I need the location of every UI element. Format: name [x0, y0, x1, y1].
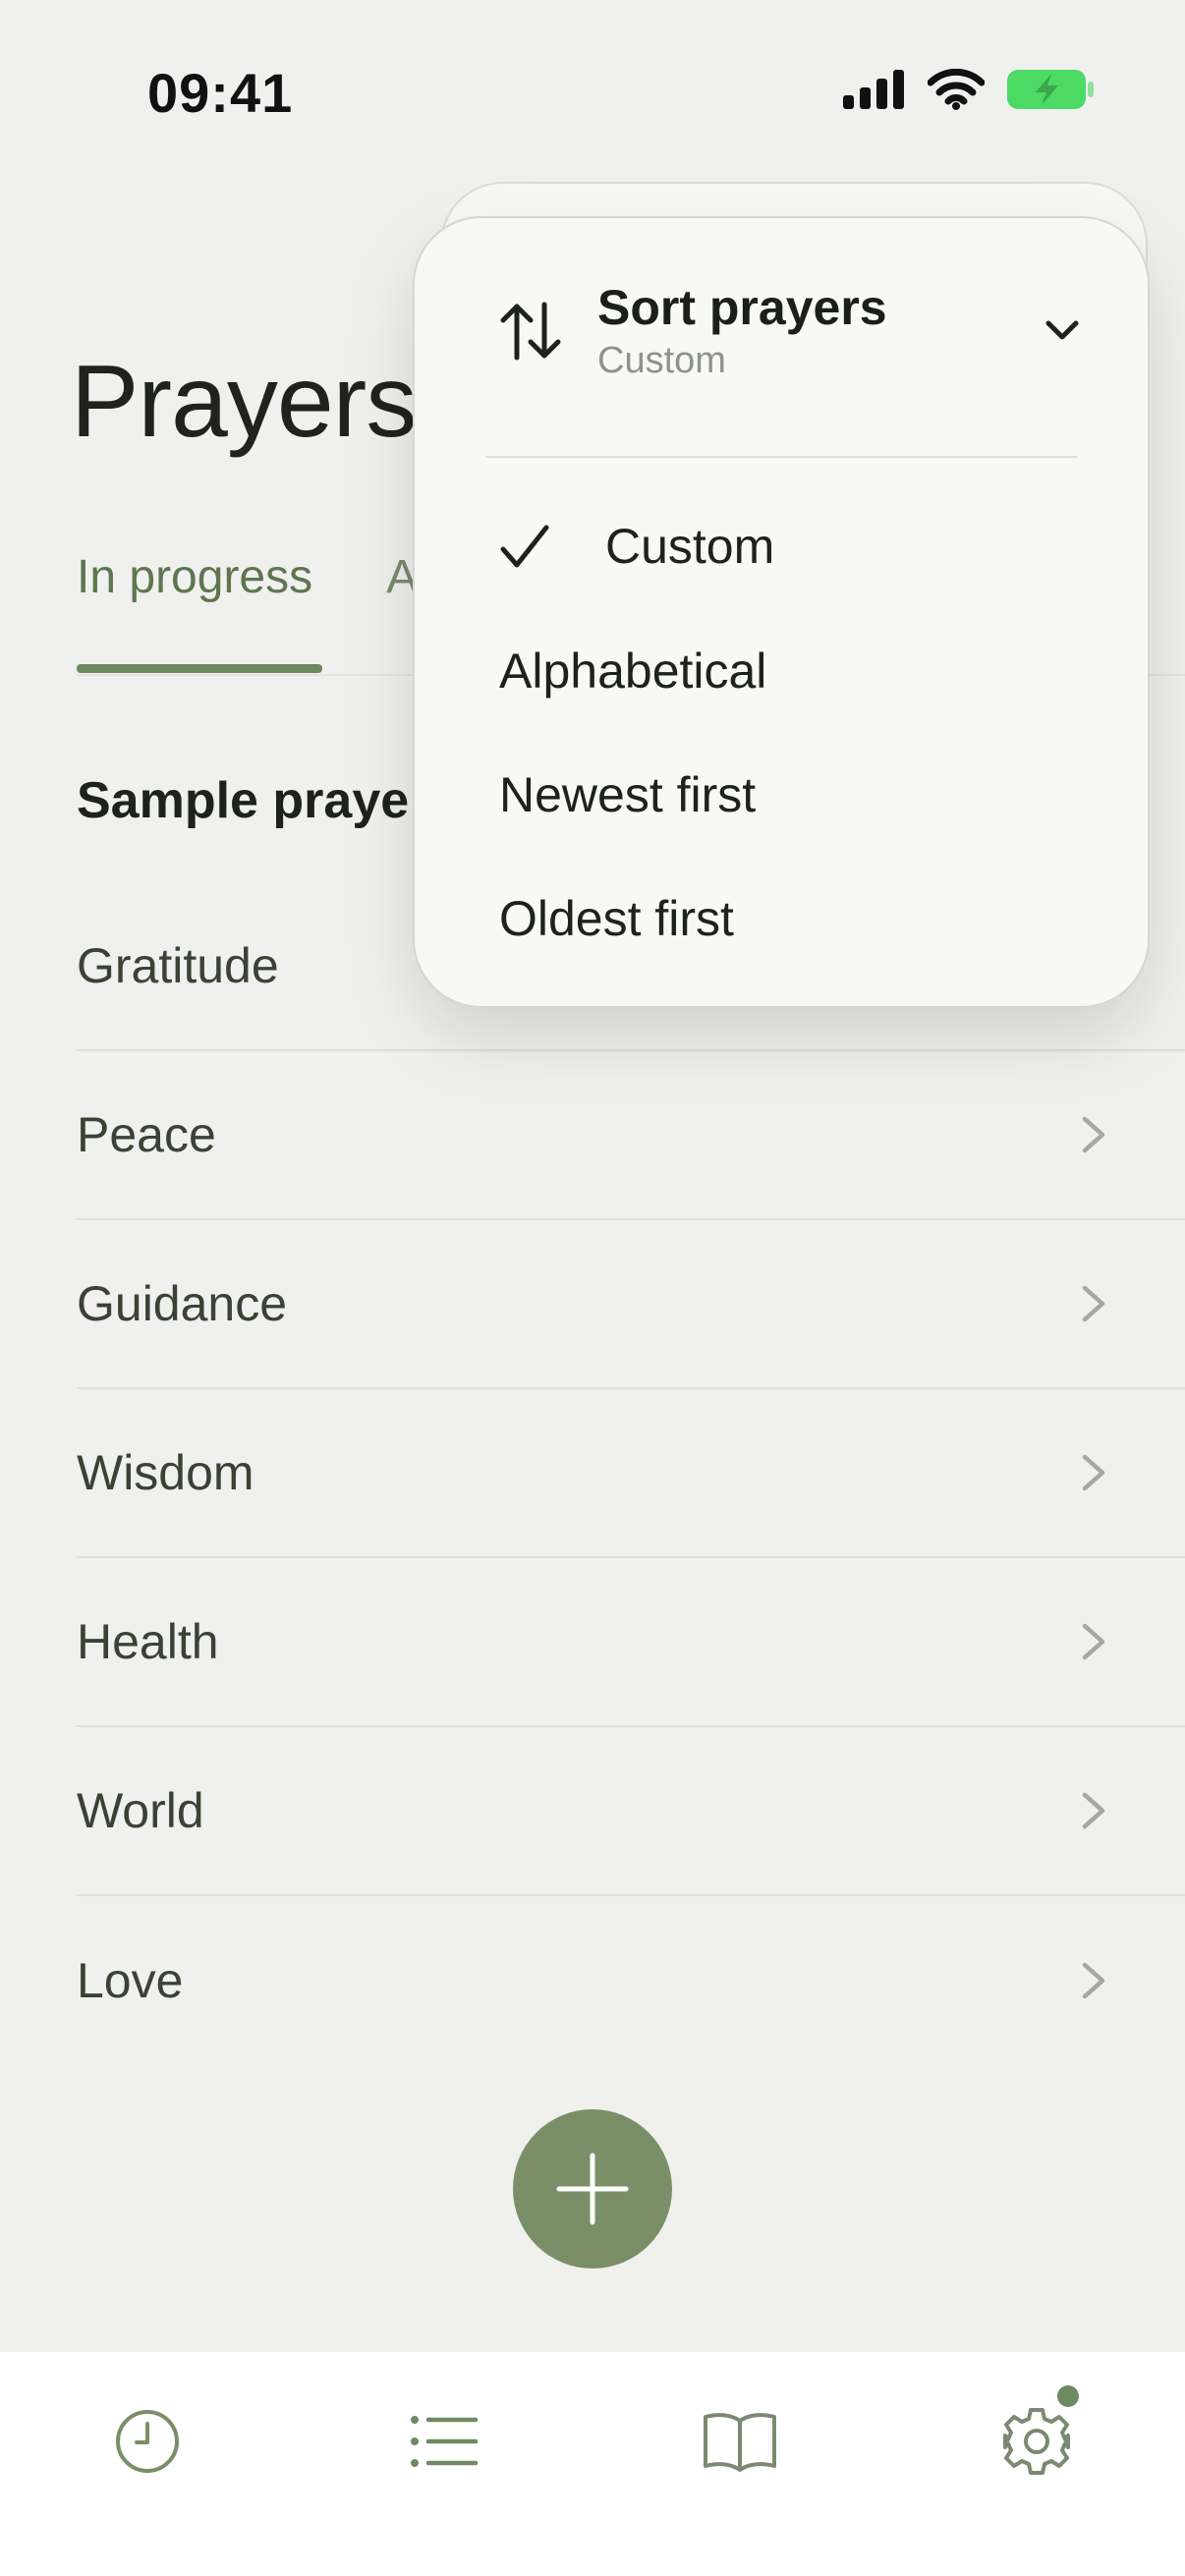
list-item[interactable]: Peace	[77, 1051, 1185, 1220]
sort-option-oldest-first[interactable]: Oldest first	[499, 890, 734, 947]
sort-menu-divider	[485, 456, 1077, 458]
sort-menu: Sort prayers Custom Custom Alphabetical …	[413, 216, 1150, 1008]
sort-option-alphabetical[interactable]: Alphabetical	[499, 643, 766, 700]
sort-menu-title-block: Sort prayers Custom	[597, 279, 1045, 382]
chevron-right-icon	[1082, 1285, 1105, 1322]
settings-badge-dot	[1057, 2385, 1079, 2407]
tab-history[interactable]	[103, 2397, 192, 2486]
battery-charging-icon	[1007, 70, 1094, 109]
sort-option-label: Alphabetical	[499, 644, 767, 699]
sort-arrows-icon	[500, 302, 561, 360]
sort-option-label: Newest first	[499, 767, 757, 822]
list-item[interactable]: Guidance	[77, 1220, 1185, 1389]
list-item[interactable]: World	[77, 1727, 1185, 1896]
chevron-down-icon[interactable]	[1045, 320, 1079, 342]
chevron-right-icon	[1082, 1962, 1105, 1999]
tab-library[interactable]	[696, 2397, 784, 2486]
prayers-screen: 09:41 Prayers In progress A Sample praye	[0, 0, 1185, 2576]
section-title: Sample praye	[77, 772, 410, 829]
status-icons	[843, 69, 1095, 110]
list-icon	[411, 2416, 479, 2467]
sort-menu-header[interactable]: Sort prayers Custom	[499, 279, 1079, 382]
prayer-list: Gratitude Peace Guidance Wisdom Health W…	[77, 882, 1185, 2065]
active-tab-indicator	[77, 664, 322, 673]
sort-menu-current: Custom	[597, 340, 726, 381]
list-item-label: Guidance	[77, 1276, 288, 1331]
plus-icon	[556, 2153, 629, 2225]
list-item[interactable]: Wisdom	[77, 1389, 1185, 1558]
list-item-label: Gratitude	[77, 938, 279, 993]
checkmark-icon	[500, 525, 549, 568]
bottom-tab-bar	[0, 2352, 1185, 2576]
gear-icon	[1003, 2408, 1070, 2475]
tab-in-progress[interactable]: In progress	[77, 550, 312, 604]
sort-option-label: Oldest first	[499, 891, 734, 946]
book-icon	[704, 2413, 776, 2472]
tab-prayers[interactable]	[400, 2397, 488, 2486]
sort-option-label: Custom	[605, 519, 775, 574]
chevron-right-icon	[1082, 1623, 1105, 1660]
list-item-label: Health	[77, 1614, 219, 1669]
page-title: Prayers	[71, 345, 417, 459]
tab-settings[interactable]	[992, 2385, 1081, 2486]
sort-menu-title: Sort prayers	[597, 280, 887, 335]
list-item-label: Peace	[77, 1107, 216, 1162]
status-time: 09:41	[147, 62, 294, 124]
add-prayer-button[interactable]	[513, 2109, 672, 2268]
sort-option-newest-first[interactable]: Newest first	[499, 766, 756, 823]
segment-tabs: In progress A	[77, 550, 418, 604]
list-item-label: World	[77, 1783, 204, 1838]
list-item-label: Love	[77, 1953, 184, 2008]
chevron-right-icon	[1082, 1454, 1105, 1491]
wifi-icon	[928, 69, 985, 110]
chevron-right-icon	[1082, 1792, 1105, 1829]
chevron-right-icon	[1082, 1116, 1105, 1153]
cellular-signal-icon	[843, 70, 904, 109]
list-item-label: Wisdom	[77, 1445, 254, 1500]
list-item[interactable]: Health	[77, 1558, 1185, 1727]
clock-icon	[116, 2410, 179, 2473]
sort-option-custom[interactable]: Custom	[499, 518, 774, 575]
list-item[interactable]: Love	[77, 1896, 1185, 2065]
